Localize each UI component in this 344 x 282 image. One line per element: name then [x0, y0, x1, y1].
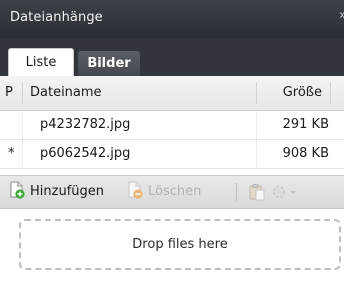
tab-bilder[interactable]: Bilder: [78, 51, 140, 76]
collapse-icon[interactable]: »: [339, 9, 344, 23]
delete-button: Löschen: [126, 176, 201, 208]
paste-icon: [248, 183, 266, 201]
file-size: 291 KB: [282, 117, 329, 132]
settings-dropdown-icon: [270, 183, 300, 201]
panel-title: Dateianhänge: [10, 10, 103, 25]
file-name: p4232782.jpg: [40, 117, 131, 132]
toolbar: Hinzufügen Löschen: [0, 175, 344, 209]
table-header: P Dateiname Größe: [0, 76, 344, 111]
column-header-p[interactable]: P: [5, 76, 19, 110]
cell-divider: [22, 140, 23, 168]
table-row[interactable]: * p6062542.jpg 908 KB: [0, 140, 344, 169]
file-delete-icon: [126, 180, 144, 199]
column-divider: [22, 82, 23, 104]
cell-divider: [22, 111, 23, 139]
toolbar-divider: [236, 183, 237, 201]
panel-header: Dateianhänge »: [0, 0, 344, 38]
add-button[interactable]: Hinzufügen: [8, 176, 104, 208]
attachments-table: P Dateiname Größe p4232782.jpg 291 KB * …: [0, 76, 344, 169]
column-header-dateiname[interactable]: Dateiname: [30, 76, 102, 110]
cell-divider: [256, 111, 257, 139]
column-header-groesse[interactable]: Größe: [283, 76, 322, 110]
delete-button-label: Löschen: [148, 184, 202, 199]
drop-zone[interactable]: Drop files here: [19, 219, 341, 270]
row-p-marker: *: [8, 146, 15, 161]
file-name: p6062542.jpg: [40, 146, 131, 161]
file-add-icon: [8, 180, 26, 199]
add-button-label: Hinzufügen: [30, 184, 104, 199]
file-size: 908 KB: [282, 146, 329, 161]
column-divider: [330, 82, 331, 104]
tab-strip: Liste Bilder: [0, 38, 344, 76]
tab-liste[interactable]: Liste: [8, 48, 74, 76]
column-divider: [256, 82, 257, 104]
table-row[interactable]: p4232782.jpg 291 KB: [0, 111, 344, 140]
cell-divider: [256, 140, 257, 168]
